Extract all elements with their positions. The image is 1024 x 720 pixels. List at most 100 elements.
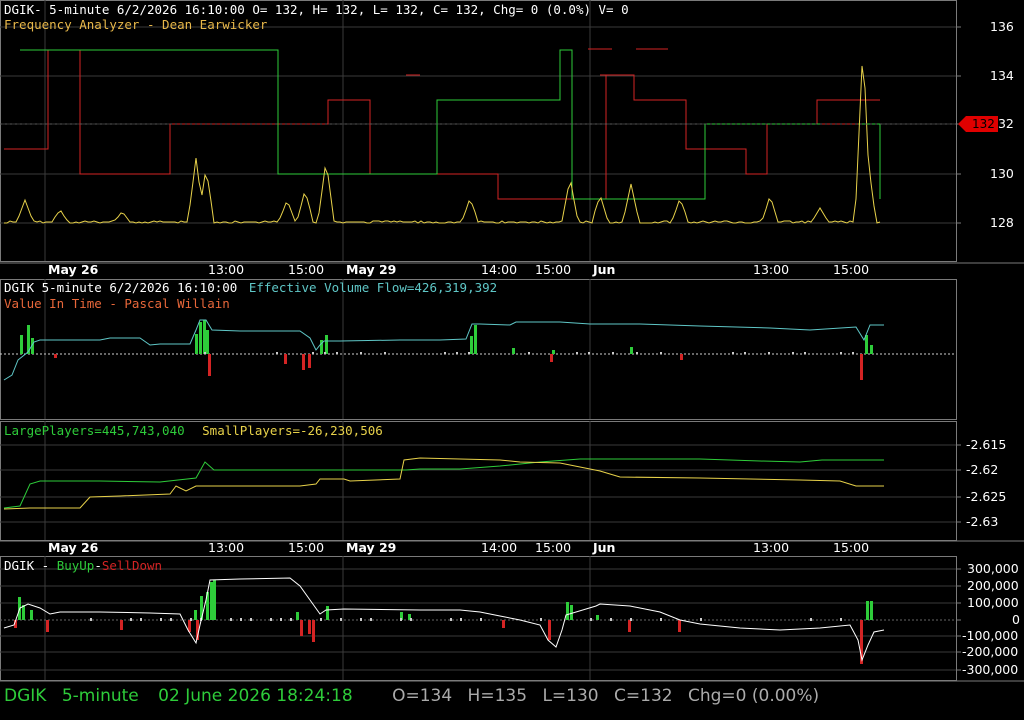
small-volume-tick xyxy=(290,618,292,621)
selldown-bar xyxy=(300,620,303,636)
volume-tick-label: 300,000 xyxy=(967,561,1019,576)
small-volume-tick xyxy=(250,618,252,621)
panel-frame-3 xyxy=(0,421,957,541)
small-volume-tick xyxy=(450,618,452,621)
small-volume-tick xyxy=(400,618,402,621)
players-tick-label: -2.62 xyxy=(966,462,999,477)
last-price-value: 132 xyxy=(972,117,995,131)
volume-tick-label: 0 xyxy=(1012,612,1020,627)
sell-volume-bar xyxy=(284,354,287,364)
time-label: 15:00 xyxy=(833,262,870,277)
players-tick-label: -2.63 xyxy=(966,514,999,529)
chart-canvas[interactable] xyxy=(0,0,1024,720)
frequency-line xyxy=(4,65,881,224)
small-volume-tick xyxy=(336,352,338,354)
time-label: May 29 xyxy=(346,262,397,277)
small-volume-tick xyxy=(280,618,282,621)
small-volume-tick xyxy=(324,352,326,354)
status-close: C=132 xyxy=(614,686,673,706)
small-volume-tick xyxy=(732,352,734,354)
sell-volume-bar xyxy=(302,354,305,370)
buyup-selldown-series xyxy=(3,577,885,664)
small-volume-tick xyxy=(528,352,530,354)
volume-flow-symbol: DGIK 5-minute 6/2/2026 16:10:00 xyxy=(4,280,238,295)
time-label: 13:00 xyxy=(753,262,790,277)
small-volume-tick xyxy=(130,618,132,621)
small-volume-tick xyxy=(90,618,92,621)
small-volume-tick xyxy=(744,352,746,354)
large-players-line xyxy=(3,458,884,509)
small-volume-tick xyxy=(768,352,770,354)
buy-volume-bar xyxy=(870,345,873,354)
small-volume-tick xyxy=(456,352,458,354)
status-interval: 5-minute xyxy=(61,686,139,706)
time-label: 15:00 xyxy=(833,540,870,555)
buy-volume-bar xyxy=(325,335,328,354)
time-label: 13:00 xyxy=(208,540,245,555)
buyup-symbol: DGIK - xyxy=(4,558,57,573)
buyup-bar xyxy=(596,615,599,620)
small-volume-tick xyxy=(630,618,632,621)
status-open: O=134 xyxy=(392,686,453,706)
selldown-bar xyxy=(502,620,505,628)
buyup-bar xyxy=(870,601,873,620)
buyup-bar xyxy=(326,606,329,620)
small-volume-tick xyxy=(590,618,592,621)
price-tick-label: 130 xyxy=(990,166,1014,181)
buy-volume-bar xyxy=(206,330,209,354)
buyup-bar xyxy=(566,602,569,620)
last-price-marker: 132 xyxy=(958,116,998,132)
selldown-bar xyxy=(46,620,49,632)
buyup-bar xyxy=(570,605,573,620)
time-label: 13:00 xyxy=(208,262,245,277)
small-volume-tick xyxy=(576,352,578,354)
time-label: 13:00 xyxy=(753,540,790,555)
selldown-bar xyxy=(312,620,315,642)
sell-volume-bar xyxy=(550,354,553,362)
panel-frames xyxy=(0,0,1024,682)
time-label: Jun xyxy=(593,262,616,277)
buy-volume-bar xyxy=(552,350,555,354)
time-label: 14:00 xyxy=(481,540,518,555)
time-label: 14:00 xyxy=(481,262,518,277)
buyup-bar xyxy=(866,601,869,620)
small-volume-tick xyxy=(360,618,362,621)
small-volume-tick xyxy=(480,618,482,621)
indicator-title-value-in-time: Value In Time - Pascal Willain xyxy=(4,296,230,311)
status-high: H=135 xyxy=(467,686,528,706)
buyup-selldown-header: DGIK - BuyUp-SellDown xyxy=(4,558,162,573)
price-tick-label: 136 xyxy=(990,19,1014,34)
price-tick-label: 134 xyxy=(990,68,1014,83)
small-volume-tick xyxy=(170,618,172,621)
frequency-analyzer-series xyxy=(4,48,881,224)
small-volume-tick xyxy=(636,352,638,354)
small-volume-tick xyxy=(276,352,278,354)
buy-volume-bar xyxy=(474,325,477,354)
players-header: LargePlayers=445,743,040 SmallPlayers=-2… xyxy=(4,423,383,438)
small-volume-tick xyxy=(160,618,162,621)
panel-frame-4 xyxy=(0,556,957,681)
buy-volume-bar xyxy=(865,335,868,354)
time-label: May 26 xyxy=(48,540,99,555)
buy-volume-bar xyxy=(630,347,633,354)
small-volume-tick xyxy=(840,618,842,621)
volume-tick-label: -300,000 xyxy=(962,662,1019,677)
small-volume-tick xyxy=(660,352,662,354)
sell-volume-bar xyxy=(860,354,863,380)
buyup-bar xyxy=(210,582,213,620)
small-volume-tick xyxy=(340,618,342,621)
price-tick-label: 128 xyxy=(990,215,1014,230)
status-change: Chg=0 (0.00%) xyxy=(687,686,820,706)
buy-volume-bar xyxy=(470,336,473,354)
status-bar: DGIK 5-minute 02 June 2026 18:24:18 O=13… xyxy=(4,684,819,710)
small-volume-tick xyxy=(230,618,232,621)
small-volume-tick xyxy=(270,618,272,621)
small-volume-tick xyxy=(360,352,362,354)
small-volume-tick xyxy=(468,352,470,354)
status-symbol: DGIK xyxy=(4,686,47,706)
buyup-bar xyxy=(213,580,216,620)
effective-volume-flow: Effective Volume Flow=426,319,392 xyxy=(248,280,498,295)
indicator-title-frequency-analyzer: Frequency Analyzer - Dean Earwicker xyxy=(4,17,268,32)
buyup-selldown-line xyxy=(3,577,885,662)
buy-volume-bar xyxy=(203,320,206,354)
